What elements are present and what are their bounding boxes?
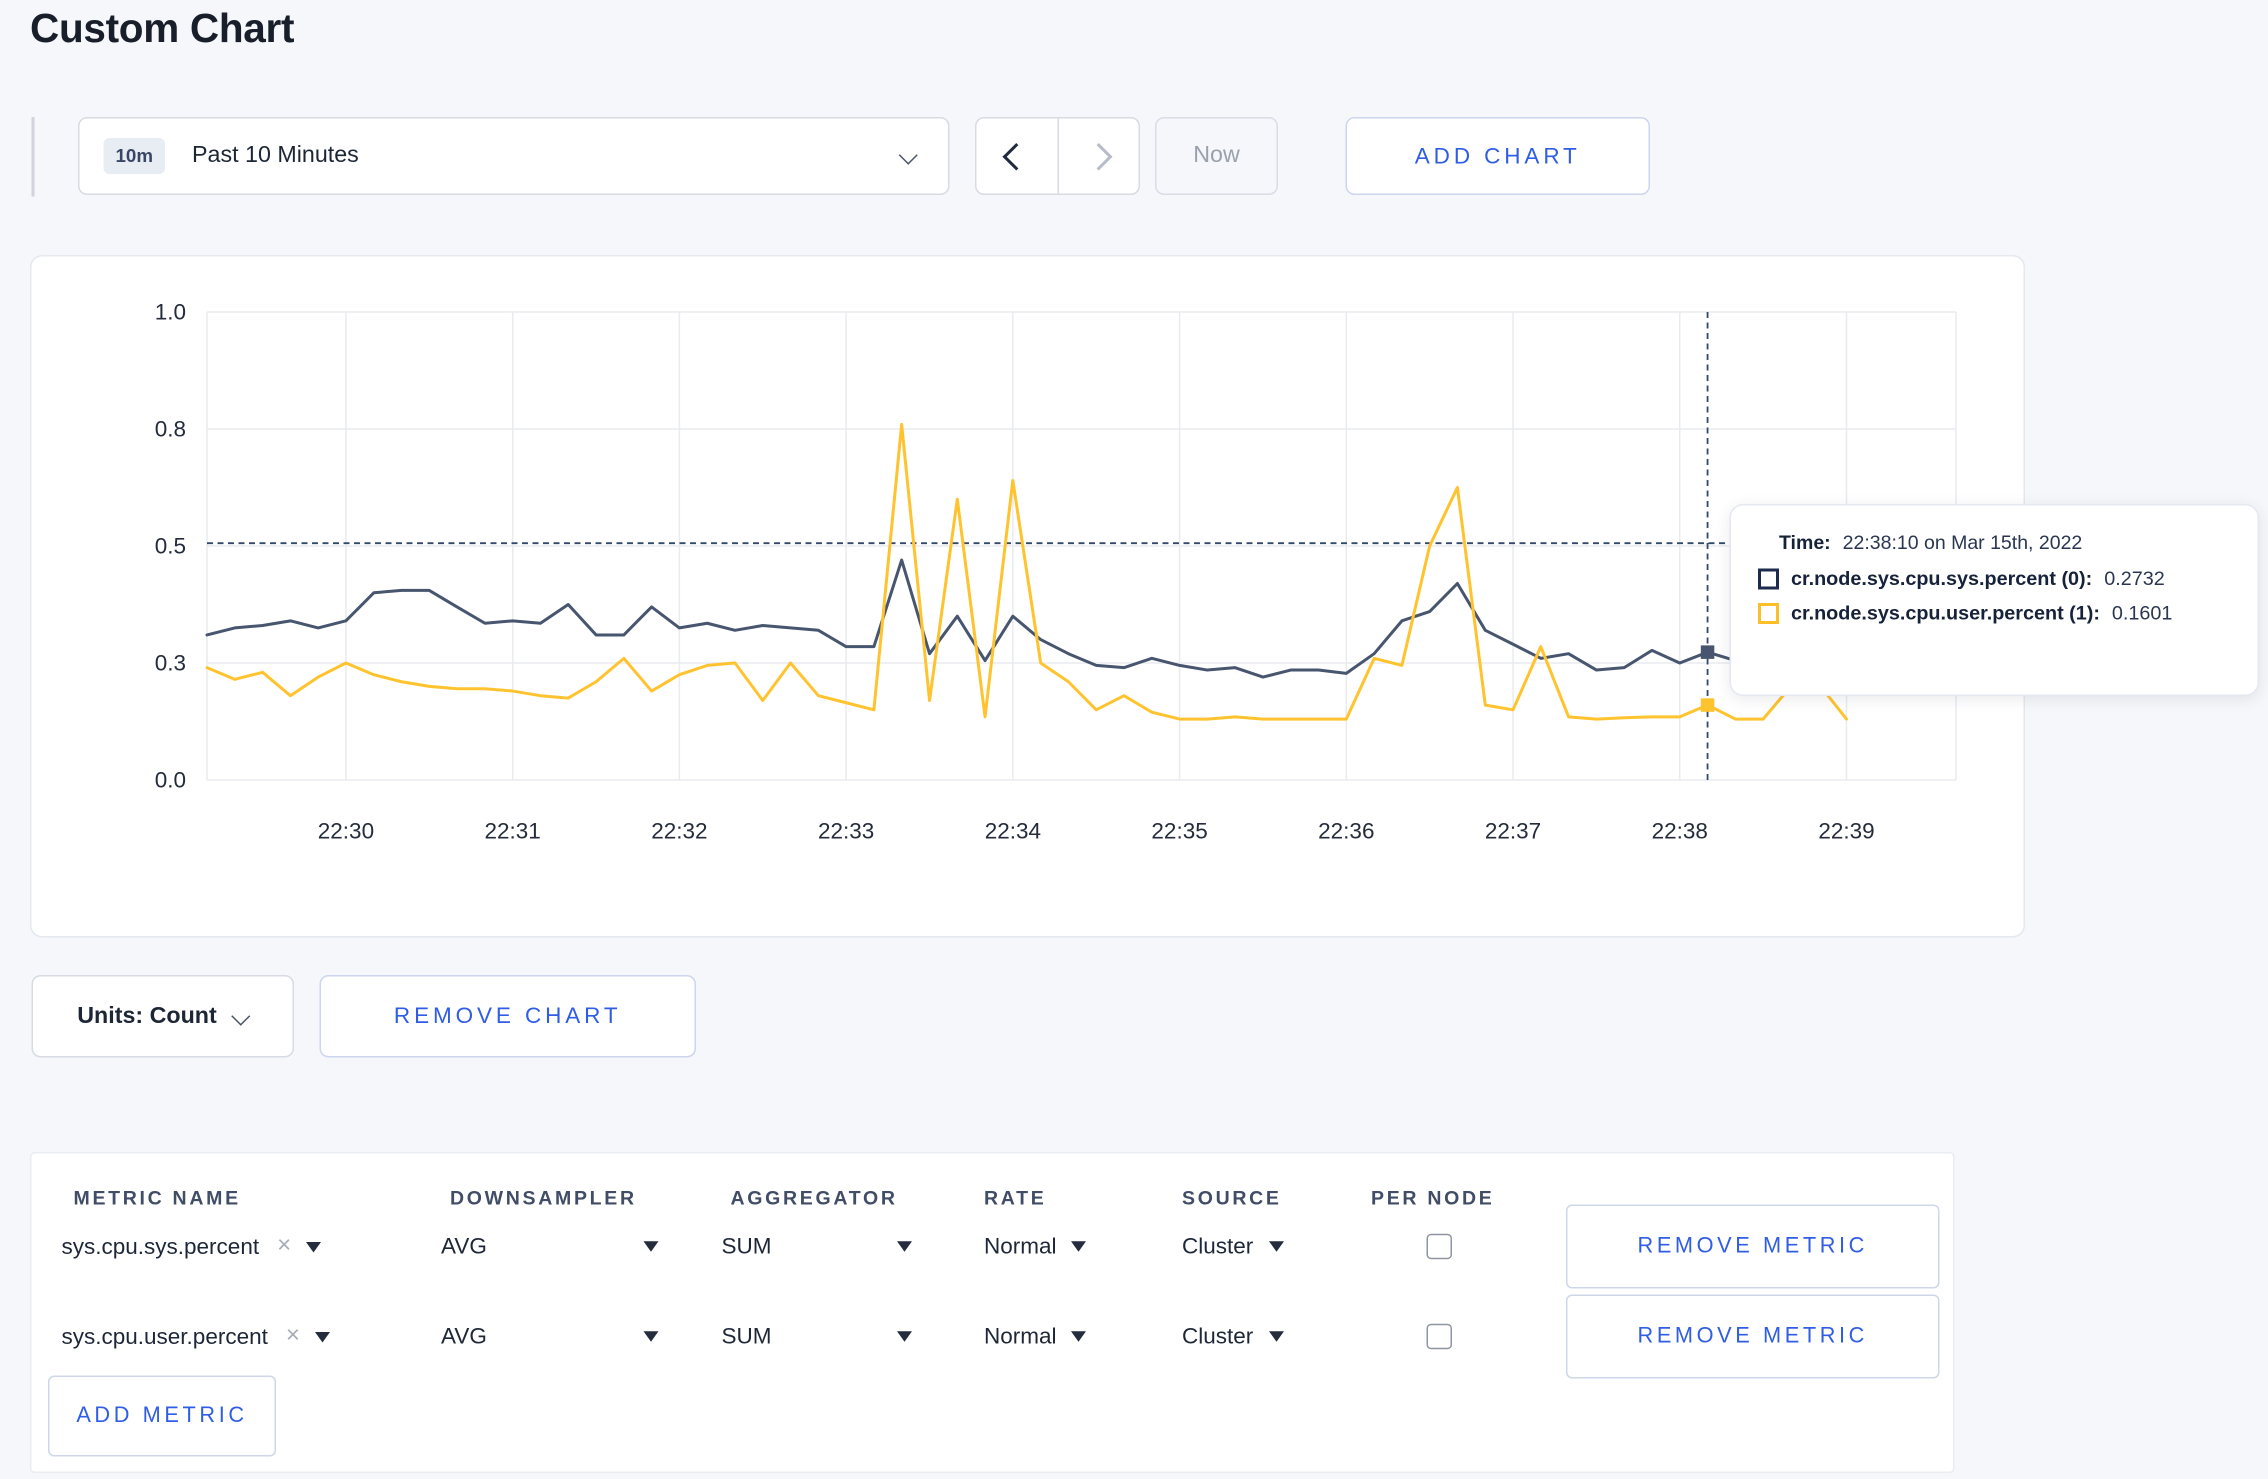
units-label: Units: Count [77,1002,217,1029]
table-row: sys.cpu.user.percent × AVG SUM Normal Cluster… [32,1292,1954,1382]
chevron-right-icon [1084,142,1113,170]
chart-card: 0.0 0.3 0.5 0.8 1.0 22:30 22:31 22:32 22:33 22:34… [30,255,2259,940]
remove-chart-button[interactable]: REMOVE CHART [319,975,696,1058]
chart-tooltip: Time: 22:38:10 on Mar 15th, 2022 cr.node.… [1729,504,2259,696]
tooltip-time-label: Time: [1779,531,1831,554]
metric-name-label: sys.cpu.user.percent [61,1323,268,1350]
page-title: Custom Chart [30,6,295,51]
x-axis-label: 22:33 [818,819,874,844]
chart-svg[interactable]: 0.0 0.3 0.5 0.8 1.0 22:30 22:31 22:32 22:33 22:34… [32,257,2027,940]
dropdown-arrow-icon [1071,1331,1087,1342]
metric-name-label: sys.cpu.sys.percent [61,1233,260,1260]
series-line-1 [205,422,1848,721]
dropdown-arrow-icon[interactable] [897,1331,912,1342]
custom-chart-page: Custom Chart 10m Past 10 Minutes Now ADD… [0,0,2268,1479]
now-button[interactable]: Now [1155,117,1278,195]
x-axis-label: 22:34 [985,819,1041,844]
x-axis-label: 22:35 [1151,819,1207,844]
remove-metric-button[interactable]: REMOVE METRIC [1566,1294,1940,1379]
y-axis-label: 0.0 [155,768,186,793]
add-chart-button[interactable]: ADD CHART [1345,117,1650,195]
tooltip-series-name: cr.node.sys.cpu.user.percent (1): [1791,601,2100,625]
time-range-selector[interactable]: 10m Past 10 Minutes [78,117,950,195]
remove-tag-icon[interactable]: × [286,1323,300,1350]
source-select[interactable]: Cluster [1182,1234,1284,1259]
tooltip-series-row: cr.node.sys.cpu.sys.percent (0): 0.2732 [1758,567,2231,590]
per-node-checkbox[interactable] [1426,1323,1452,1350]
dropdown-arrow-icon [1071,1241,1087,1252]
next-time-button[interactable] [1058,119,1138,194]
time-range-label: Past 10 Minutes [192,142,359,169]
time-nav-group [975,117,1140,195]
x-axis-label: 22:30 [318,819,374,844]
time-range-badge: 10m [103,138,166,174]
chevron-down-icon [898,145,918,165]
sys-series-swatch-icon [1758,567,1779,589]
tooltip-series-row: cr.node.sys.cpu.user.percent (1): 0.1601 [1758,601,2231,625]
dropdown-arrow-icon[interactable] [643,1241,659,1252]
tooltip-series-value: 0.1601 [2111,601,2173,625]
user-series-swatch-icon [1758,602,1779,624]
downsampler-select[interactable]: AVG [441,1324,487,1350]
dropdown-arrow-icon[interactable] [897,1241,912,1252]
source-select[interactable]: Cluster [1182,1324,1284,1349]
x-axis-label: 22:37 [1485,819,1541,844]
y-axis-label: 0.8 [155,417,186,442]
metric-name-cell[interactable]: sys.cpu.user.percent × [62,1323,330,1350]
y-axis-label: 0.3 [155,651,186,676]
units-selector[interactable]: Units: Count [31,975,294,1058]
dropdown-arrow-icon [1268,1331,1284,1342]
toolbar-divider [31,117,35,197]
crosshair-marker-0 [1700,645,1715,659]
dropdown-arrow-icon [314,1331,330,1342]
remove-metric-button[interactable]: REMOVE METRIC [1566,1204,1940,1289]
add-metric-button[interactable]: ADD METRIC [48,1375,276,1457]
x-axis-label: 22:39 [1818,819,1874,844]
x-axis-label: 22:36 [1318,819,1374,844]
toolbar: 10m Past 10 Minutes Now ADD CHART [0,117,2268,198]
metrics-table: METRIC NAME DOWNSAMPLER AGGREGATOR RATE … [30,1152,1955,1473]
tooltip-series-value: 0.2732 [2104,567,2165,590]
dropdown-arrow-icon[interactable] [643,1331,659,1342]
x-axis-label: 22:32 [651,819,707,844]
aggregator-select[interactable]: SUM [722,1234,772,1260]
dropdown-arrow-icon [1268,1241,1284,1252]
y-axis-label: 0.5 [155,534,186,559]
remove-tag-icon[interactable]: × [277,1233,291,1260]
per-node-checkbox[interactable] [1426,1233,1452,1260]
rate-select[interactable]: Normal [984,1324,1087,1349]
x-axis-label: 22:31 [485,819,541,844]
y-axis-label: 1.0 [155,300,186,325]
tooltip-time: Time: 22:38:10 on Mar 15th, 2022 [1779,531,2231,554]
tooltip-time-value: 22:38:10 on Mar 15th, 2022 [1842,531,2083,554]
tooltip-series-name: cr.node.sys.cpu.sys.percent (0): [1791,567,2093,590]
crosshair-marker-1 [1700,698,1715,712]
dropdown-arrow-icon [306,1241,322,1252]
downsampler-select[interactable]: AVG [441,1234,487,1260]
rate-select[interactable]: Normal [984,1234,1087,1259]
chevron-left-icon [1002,142,1031,170]
chevron-down-icon [231,1006,252,1026]
aggregator-select[interactable]: SUM [722,1324,772,1350]
x-axis-label: 22:38 [1652,819,1708,844]
prev-time-button[interactable] [977,118,1059,194]
metric-name-cell[interactable]: sys.cpu.sys.percent × [62,1233,322,1260]
table-row: sys.cpu.sys.percent × AVG SUM Normal Cluster R… [32,1202,1954,1292]
